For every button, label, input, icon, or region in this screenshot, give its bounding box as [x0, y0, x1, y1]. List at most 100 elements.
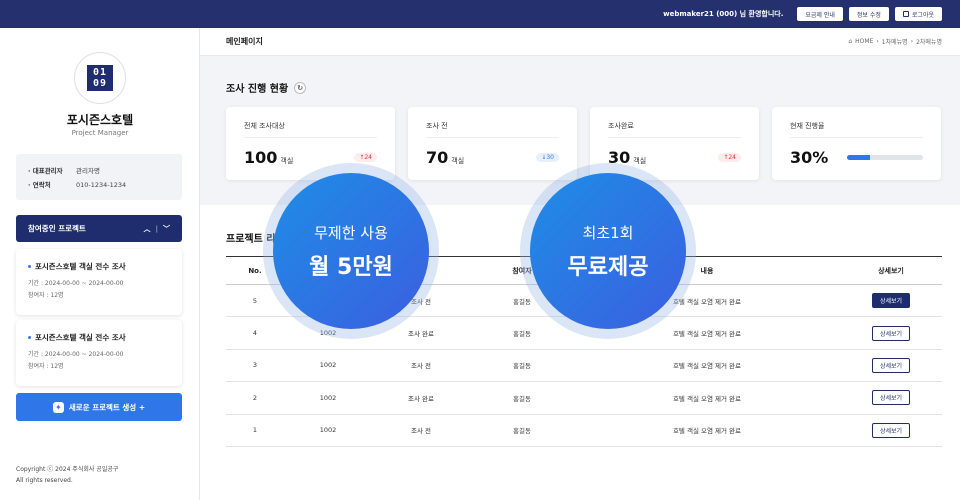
table-row: 3 1002 조사 전 홍길동 호텔 객실 오염 제거 완료 상세보기	[226, 349, 942, 383]
header-controls: ︿ | ﹀	[143, 224, 170, 234]
project-title: 포시즌스호텔 객실 전수 조사	[28, 261, 170, 272]
breadcrumb-menu-1[interactable]: 1차메뉴명	[882, 37, 908, 46]
col-header-detail: 상세보기	[840, 256, 942, 285]
divider: |	[155, 224, 158, 233]
stat-change-badge: ↓30	[536, 153, 559, 162]
cell-detail: 상세보기	[840, 414, 942, 447]
info-key: · 연락처	[28, 181, 51, 189]
top-bar: webmaker21 (000) 님 환영합니다. 요금제 안내 정보 수정 로…	[0, 0, 960, 28]
detail-button[interactable]: 상세보기	[871, 422, 911, 438]
lock-icon	[902, 11, 909, 17]
org-info-box: · 대표관리자 관리자명 · 연락처 010-1234-1234	[16, 154, 182, 200]
cell-no: 3	[226, 349, 284, 383]
breadcrumb: ⌂ HOME › 1차메뉴명 › 2차메뉴명	[848, 37, 942, 46]
promo-big-text: 무료제공	[567, 254, 649, 280]
cell-content: 호텔 객실 오염 제거 완료	[574, 381, 840, 415]
stat-label: 현재 진행율	[790, 121, 923, 138]
logo-line-1: 01	[92, 67, 108, 78]
detail-button[interactable]: 상세보기	[871, 293, 911, 309]
project-people: 참여자 : 12명	[28, 292, 64, 299]
detail-button[interactable]: 상세보기	[871, 357, 911, 373]
cell-content: 호텔 객실 오염 제거 완료	[574, 414, 840, 447]
promo-small-text: 무제한 사용	[314, 223, 388, 242]
promo-big-text: 월 5만원	[309, 254, 393, 280]
progress-fill	[847, 155, 870, 160]
promo-circle-price: 무제한 사용 월 5만원	[273, 173, 429, 329]
table-row: 1 1002 조사 전 홍길동 호텔 객실 오염 제거 완료 상세보기	[226, 414, 942, 447]
promo-small-text: 최초1회	[582, 223, 634, 242]
cell-state: 조사 전	[372, 349, 470, 383]
stat-change-badge: ↑24	[718, 153, 741, 162]
sidebar: 01 09 포시즌스호텔 Project Manager · 대표관리자 관리자…	[0, 28, 200, 500]
project-card[interactable]: 포시즌스호텔 객실 전수 조사 기간 : 2024-00-00 ~ 2024-0…	[16, 249, 182, 315]
stat-card-before: 조사 전 70 객실 ↓30	[408, 107, 577, 180]
logout-button[interactable]: 로그아웃	[894, 7, 942, 21]
info-value: 관리자명	[76, 167, 100, 175]
logo-mark: 01 09	[87, 65, 113, 91]
project-people: 참여자 : 12명	[28, 363, 64, 370]
refresh-icon[interactable]: ↻	[294, 81, 307, 94]
chevron-up-icon[interactable]: ︿	[143, 224, 150, 234]
project-title-text: 포시즌스호텔 객실 전수 조사	[35, 262, 126, 271]
stat-label: 조사완료	[608, 121, 741, 138]
info-key: · 대표관리자	[28, 167, 63, 175]
cell-detail: 상세보기	[840, 284, 942, 318]
stat-card-progress: 현재 진행율 30%	[772, 107, 941, 180]
project-header-label: 참여중인 프로젝트	[28, 224, 86, 233]
bullet-icon	[28, 265, 31, 268]
breadcrumb-home[interactable]: HOME	[855, 38, 873, 45]
new-project-label: 새로운 프로젝트 생성 +	[68, 402, 146, 412]
status-title: 조사 진행 현황 ↻	[226, 80, 307, 95]
stat-label: 전체 조사대상	[244, 121, 377, 138]
org-name: 포시즌스호텔	[66, 113, 134, 127]
detail-button[interactable]: 상세보기	[871, 390, 911, 406]
info-row-contact: · 연락처 010-1234-1234	[28, 178, 170, 192]
main-header: 메인페이지 ⌂ HOME › 1차메뉴명 › 2차메뉴명	[200, 28, 960, 56]
cell-no: 4	[226, 316, 284, 350]
info-row-manager: · 대표관리자 관리자명	[28, 164, 170, 178]
stat-number: 70 객실	[426, 148, 465, 167]
org-role: Project Manager	[71, 129, 129, 137]
cell-code: 1002	[284, 381, 372, 415]
copyright-line: All rights reserved.	[16, 477, 73, 484]
cell-detail: 상세보기	[840, 381, 942, 415]
progress-bar	[847, 155, 923, 160]
page-title: 메인페이지	[226, 37, 263, 46]
project-title-text: 포시즌스호텔 객실 전수 조사	[35, 333, 126, 342]
cell-content: 호텔 객실 오염 제거 완료	[574, 349, 840, 383]
detail-button[interactable]: 상세보기	[871, 325, 911, 341]
breadcrumb-menu-2[interactable]: 2차메뉴명	[916, 37, 942, 46]
project-list-header[interactable]: 참여중인 프로젝트 ︿ | ﹀	[16, 215, 182, 242]
cell-detail: 상세보기	[840, 349, 942, 383]
bullet-icon	[28, 336, 31, 339]
chevron-right-icon: ›	[876, 38, 879, 45]
logo-line-2: 09	[92, 78, 108, 89]
stat-number: 100 객실	[244, 148, 294, 167]
edit-info-button[interactable]: 정보 수정	[848, 7, 889, 21]
project-period: 기간 : 2024-00-00 ~ 2024-00-00	[28, 280, 124, 287]
cell-person: 홍길동	[470, 349, 574, 383]
cell-code: 1002	[284, 414, 372, 447]
home-icon: ⌂	[848, 38, 853, 45]
logout-label: 로그아웃	[911, 11, 934, 19]
status-title-text: 조사 진행 현황	[226, 84, 289, 95]
promo-circle-free: 최초1회 무료제공	[530, 173, 686, 329]
project-title: 포시즌스호텔 객실 전수 조사	[28, 332, 170, 343]
project-period: 기간 : 2024-00-00 ~ 2024-00-00	[28, 351, 124, 358]
cell-no: 1	[226, 414, 284, 447]
project-card[interactable]: 포시즌스호텔 객실 전수 조사 기간 : 2024-00-00 ~ 2024-0…	[16, 320, 182, 386]
stat-label: 조사 전	[426, 121, 559, 138]
info-value: 010-1234-1234	[76, 181, 127, 189]
cell-person: 홍길동	[470, 381, 574, 415]
stat-change-badge: ↑24	[354, 153, 377, 162]
chevron-right-icon: ›	[910, 38, 914, 45]
table-row: 2 1002 조사 완료 홍길동 호텔 객실 오염 제거 완료 상세보기	[226, 381, 942, 415]
new-project-icon: ✦	[52, 401, 64, 413]
new-project-button[interactable]: ✦ 새로운 프로젝트 생성 +	[16, 393, 182, 421]
pricing-button[interactable]: 요금제 안내	[797, 7, 843, 21]
copyright: Copyright ⓒ 2024 주식회사 공일공구 All rights re…	[16, 464, 118, 486]
chevron-down-icon[interactable]: ﹀	[163, 224, 170, 234]
cell-detail: 상세보기	[840, 316, 942, 350]
copyright-line: Copyright ⓒ 2024 주식회사 공일공구	[16, 466, 119, 473]
org-logo: 01 09	[74, 52, 126, 104]
